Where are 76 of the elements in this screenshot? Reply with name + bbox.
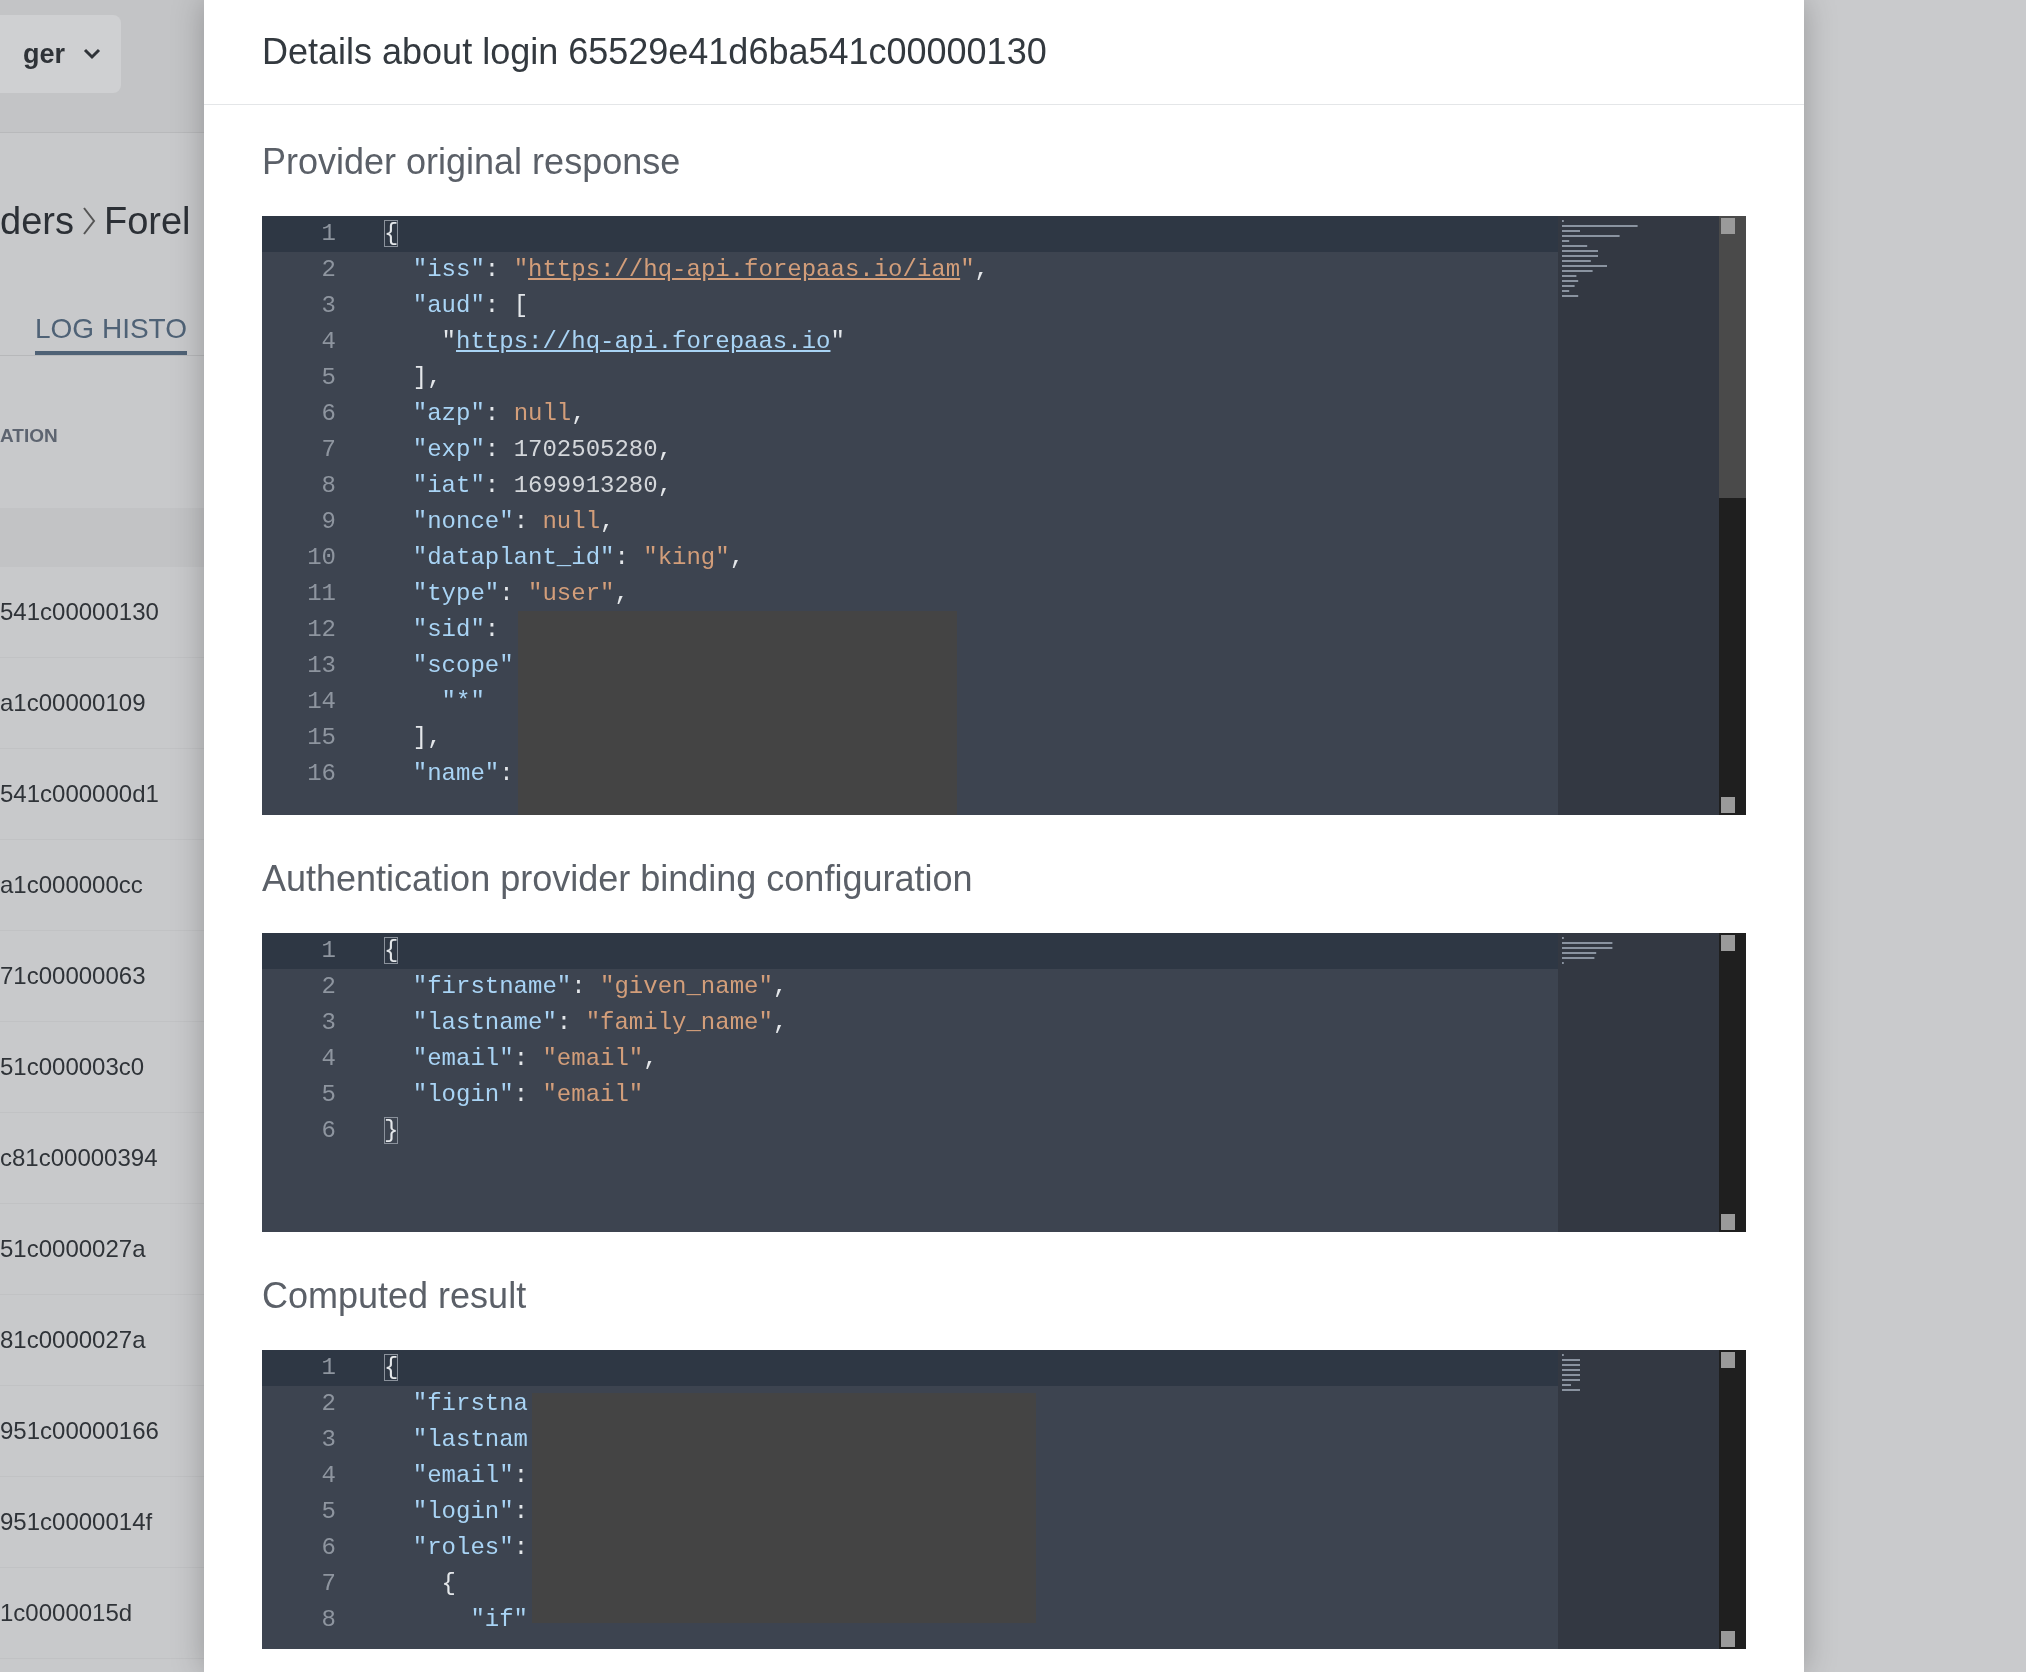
line-number: 5 [320,1080,337,1110]
section-heading: Provider original response [262,140,682,184]
code-line: { [384,219,399,249]
line-number: 10 [306,543,337,573]
code-line: "email": [411,1461,529,1491]
line-number: 2 [320,1389,337,1419]
code-line: "azp": null, [411,399,586,429]
line-number: 3 [320,291,337,321]
code-line: "login": [411,1497,529,1527]
code-line: "exp": 1702505280, [411,435,673,465]
code-line: "email": "email", [411,1044,658,1074]
line-number: 5 [320,1497,337,1527]
line-number: 2 [320,255,337,285]
dropdown[interactable]: ger [0,15,121,93]
code-line: "iss": "https://hq-api.forepaas.io/iam", [411,255,989,285]
code-line: ], [411,723,442,753]
line-number: 3 [320,1008,337,1038]
code-editor[interactable]: 1 { 2 "firstname": "given_name", 3 "lastname": "family_name", 4 "email": "email", 5 "login": "email" 6 } [262,933,1746,1232]
line-number: 6 [320,399,337,429]
line-number: 14 [306,687,337,717]
line-number: 15 [306,723,337,753]
line-number: 8 [320,471,337,501]
code-line: "dataplant_id": "king", [411,543,745,573]
line-number: 4 [320,327,337,357]
line-number: 16 [306,759,337,789]
section-heading: Authentication provider binding configuration [262,857,974,901]
code-line: "*" [440,687,485,717]
line-number: 9 [320,507,337,537]
line-number: 8 [320,1605,337,1635]
line-number: 11 [306,579,337,609]
line-number: 13 [306,651,337,681]
line-number: 5 [320,363,337,393]
line-number: 3 [320,1425,337,1455]
breadcrumb-item[interactable]: ders [0,199,74,243]
line-number: 6 [320,1533,337,1563]
section-heading: Computed result [262,1274,528,1318]
code-line: "iat": 1699913280, [411,471,673,501]
modal-title: Details about login 65529e41d6ba541c00000130 [262,31,1047,73]
code-line: "scope" [411,651,514,681]
code-line: "sid": [411,615,500,645]
code-line: } [384,1116,399,1146]
code-line: "nonce": null, [411,507,615,537]
code-line: "firstname": "given_name", [411,972,788,1002]
line-number: 1 [320,1353,337,1383]
line-number: 4 [320,1461,337,1491]
code-line: "roles": [411,1533,529,1563]
code-line: "name": [411,759,514,789]
code-line: { [384,936,399,966]
code-editor[interactable]: 1 { 2 "firstna 3 "lastnam 4 "email": 5 "login": 6 "roles": 7 { 8 "if" [262,1350,1746,1649]
code-line: "if" [469,1605,529,1635]
scrollbar[interactable] [1719,933,1746,1232]
code-line: "login": "email" [411,1080,644,1110]
code-line: { [440,1569,456,1599]
code-line: "https://hq-api.forepaas.io" [440,327,845,357]
scrollbar[interactable] [1719,1350,1746,1649]
line-number: 7 [320,435,337,465]
line-number: 4 [320,1044,337,1074]
line-number: 1 [320,219,337,249]
breadcrumb-item[interactable]: Forel [103,199,191,243]
line-number: 2 [320,972,337,1002]
line-number: 7 [320,1569,337,1599]
code-line: ], [411,363,442,393]
line-number: 1 [320,936,337,966]
tab[interactable]: LOG HISTO [35,313,187,355]
code-line: "lastnam [411,1425,529,1455]
code-line: "firstna [411,1389,529,1419]
code-line: "lastname": "family_name", [411,1008,788,1038]
code-line: "type": "user", [411,579,629,609]
chevron-down-icon [83,48,101,60]
line-number: 6 [320,1116,337,1146]
chevron-right-icon [81,206,96,236]
scrollbar[interactable] [1719,216,1746,815]
code-line: { [384,1353,399,1383]
line-number: 12 [306,615,337,645]
code-line: "aud": [ [411,291,529,321]
column-header: ATION [0,424,59,448]
